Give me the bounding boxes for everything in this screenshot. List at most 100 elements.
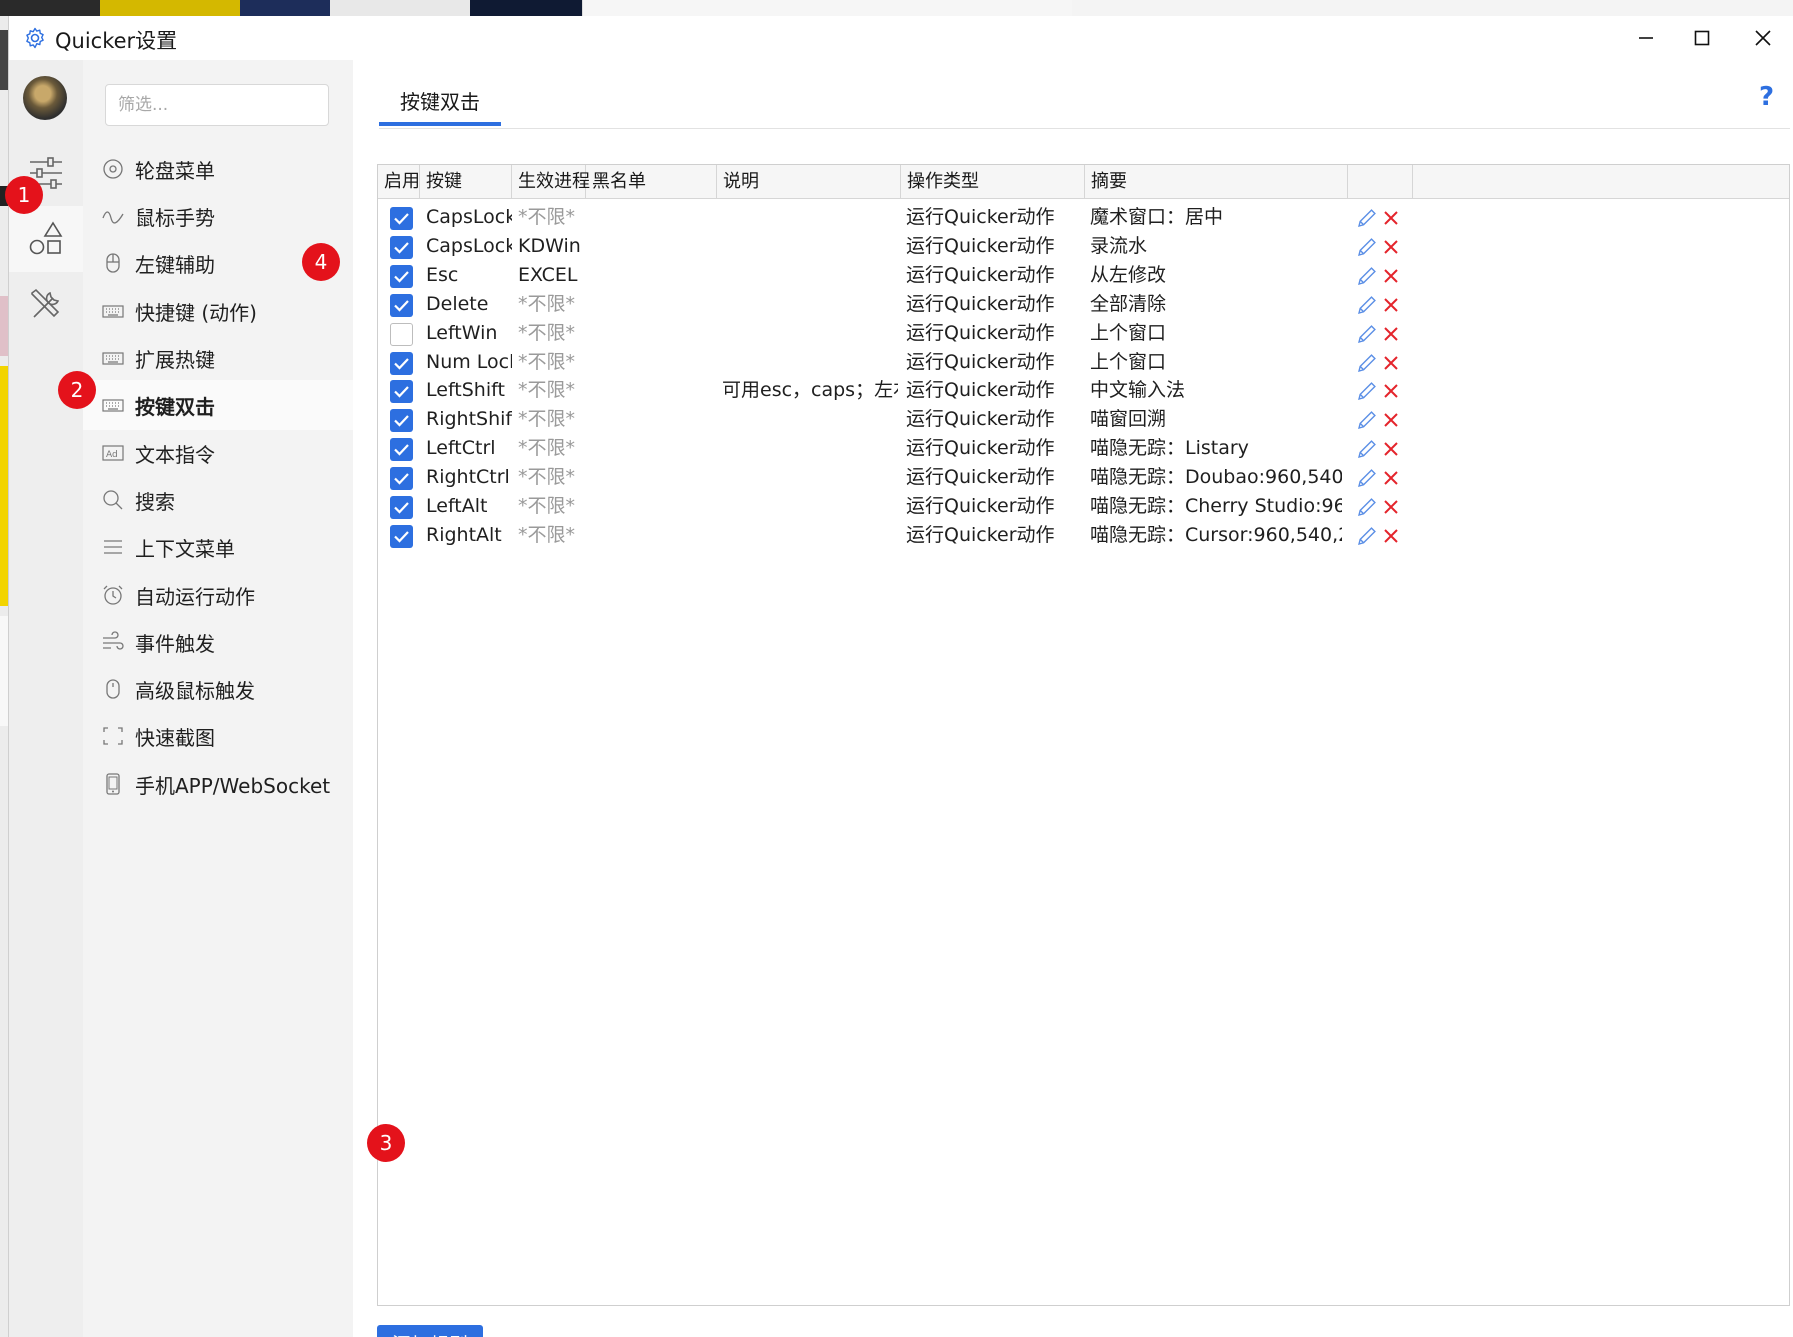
close-icon xyxy=(1384,355,1398,370)
delete-button[interactable] xyxy=(1380,525,1402,547)
nav-item-hotkey-action[interactable]: 快捷键 (动作) xyxy=(83,286,353,336)
blacklist-cell xyxy=(590,519,716,552)
nav-item-label: 文本指令 xyxy=(135,442,215,467)
edit-button[interactable] xyxy=(1356,352,1378,374)
edit-button[interactable] xyxy=(1356,265,1378,287)
close-icon xyxy=(1384,269,1398,283)
delete-button[interactable] xyxy=(1380,380,1402,402)
pencil-icon xyxy=(1358,238,1376,256)
enabled-checkbox[interactable] xyxy=(390,524,413,548)
nav-item-advanced-mouse[interactable]: 高级鼠标触发 xyxy=(83,664,353,714)
column-header-key[interactable]: 按键 xyxy=(420,165,512,199)
enabled-checkbox[interactable] xyxy=(390,207,413,230)
edit-button[interactable] xyxy=(1356,294,1378,316)
nav-item-label: 鼠标手势 xyxy=(135,205,215,230)
close-button[interactable] xyxy=(1732,16,1793,60)
maximize-button[interactable] xyxy=(1671,16,1733,60)
menu-lines-icon xyxy=(101,535,125,559)
nav-item-label: 左键辅助 xyxy=(135,252,215,277)
delete-button[interactable] xyxy=(1380,352,1402,374)
edit-button[interactable] xyxy=(1356,236,1378,258)
table-row[interactable]: RightAlt *不限* 运行Quicker动作 喵隐无踪：Cursor:960,5… xyxy=(378,519,1789,552)
pencil-icon xyxy=(1358,353,1376,372)
filter-input[interactable] xyxy=(105,84,329,126)
nav-item-text-command[interactable]: Ad 文本指令 xyxy=(83,428,353,478)
close-icon xyxy=(1384,529,1398,543)
enabled-checkbox[interactable] xyxy=(390,264,413,288)
nav-item-context-menu[interactable]: 上下文菜单 xyxy=(83,522,353,572)
action-type-cell: 运行Quicker动作 xyxy=(906,523,1055,546)
pencil-icon xyxy=(1358,324,1376,343)
add-rule-button[interactable]: 添加规则 xyxy=(377,1325,483,1337)
rail-item-triggers[interactable] xyxy=(9,206,83,272)
nav-item-quick-screenshot[interactable]: 快速截图 xyxy=(83,711,353,761)
edit-button[interactable] xyxy=(1356,207,1378,229)
avatar[interactable] xyxy=(23,76,67,120)
pencil-icon xyxy=(1358,382,1376,401)
column-header-process[interactable]: 生效进程 xyxy=(512,165,590,199)
nav-item-auto-run[interactable]: 自动运行动作 xyxy=(83,570,353,620)
enabled-checkbox[interactable] xyxy=(390,293,413,317)
annotation-badge: 4 xyxy=(302,243,340,281)
pencil-icon xyxy=(1358,266,1376,285)
edit-button[interactable] xyxy=(1356,496,1378,518)
nav-item-mouse-gesture[interactable]: 鼠标手势 xyxy=(83,191,353,241)
nav-item-label: 扩展热键 xyxy=(135,347,215,372)
delete-button[interactable] xyxy=(1380,438,1402,460)
key-cell: RightAlt xyxy=(426,523,502,546)
pencil-icon xyxy=(1358,527,1376,545)
delete-button[interactable] xyxy=(1380,323,1402,345)
nav-item-double-key[interactable]: 按键双击 xyxy=(83,380,353,430)
close-icon xyxy=(1384,442,1398,456)
close-icon xyxy=(1384,240,1398,254)
nav-item-wheel-menu[interactable]: 轮盘菜单 xyxy=(83,144,353,194)
enabled-checkbox[interactable] xyxy=(390,322,413,346)
column-header-enabled[interactable]: 启用 xyxy=(378,165,420,199)
minimize-button[interactable] xyxy=(1615,16,1677,60)
delete-button[interactable] xyxy=(1380,207,1402,229)
help-button[interactable]: ? xyxy=(1759,82,1774,112)
keyboard-icon xyxy=(101,346,125,370)
circle-dot-icon xyxy=(101,157,125,181)
edit-button[interactable] xyxy=(1356,380,1378,402)
column-header-blacklist[interactable]: 黑名单 xyxy=(586,165,717,199)
edit-button[interactable] xyxy=(1356,409,1378,431)
nav-item-extended-hotkey[interactable]: 扩展热键 xyxy=(83,333,353,383)
icon-rail xyxy=(9,60,83,1337)
delete-button[interactable] xyxy=(1380,467,1402,489)
delete-button[interactable] xyxy=(1380,236,1402,258)
enabled-checkbox[interactable] xyxy=(390,496,413,519)
delete-button[interactable] xyxy=(1380,409,1402,431)
enabled-checkbox[interactable] xyxy=(390,467,413,491)
nav-item-label: 搜索 xyxy=(135,489,175,514)
pencil-icon xyxy=(1358,469,1376,488)
nav-item-mobile-app[interactable]: 手机APP/WebSocket xyxy=(83,759,353,809)
enabled-checkbox[interactable] xyxy=(390,235,413,259)
gear-icon xyxy=(26,27,44,49)
rail-item-tools[interactable] xyxy=(9,272,83,338)
edit-button[interactable] xyxy=(1356,467,1378,489)
edit-button[interactable] xyxy=(1356,323,1378,345)
edit-button[interactable] xyxy=(1356,438,1378,460)
annotation-badge: 2 xyxy=(58,371,96,409)
column-header-description[interactable]: 说明 xyxy=(717,165,901,199)
enabled-checkbox[interactable] xyxy=(390,351,413,375)
nav-item-event-trigger[interactable]: 事件触发 xyxy=(83,617,353,667)
tab-double-key[interactable]: 按键双击 xyxy=(379,80,501,126)
edit-button[interactable] xyxy=(1356,525,1378,547)
wind-icon xyxy=(101,630,125,654)
enabled-checkbox[interactable] xyxy=(390,409,413,433)
description-cell xyxy=(722,519,898,552)
nav-item-search[interactable]: 搜索 xyxy=(83,475,353,525)
nav-item-label: 事件触发 xyxy=(135,631,215,656)
delete-button[interactable] xyxy=(1380,496,1402,518)
enabled-checkbox[interactable] xyxy=(390,438,413,462)
svg-text:Ad: Ad xyxy=(106,450,118,460)
column-header-summary[interactable]: 摘要 xyxy=(1085,165,1348,199)
delete-button[interactable] xyxy=(1380,294,1402,316)
enabled-checkbox[interactable] xyxy=(390,380,413,404)
nav-item-label: 高级鼠标触发 xyxy=(135,678,255,703)
delete-button[interactable] xyxy=(1380,265,1402,287)
close-icon xyxy=(1384,297,1398,312)
column-header-action-type[interactable]: 操作类型 xyxy=(901,165,1085,199)
